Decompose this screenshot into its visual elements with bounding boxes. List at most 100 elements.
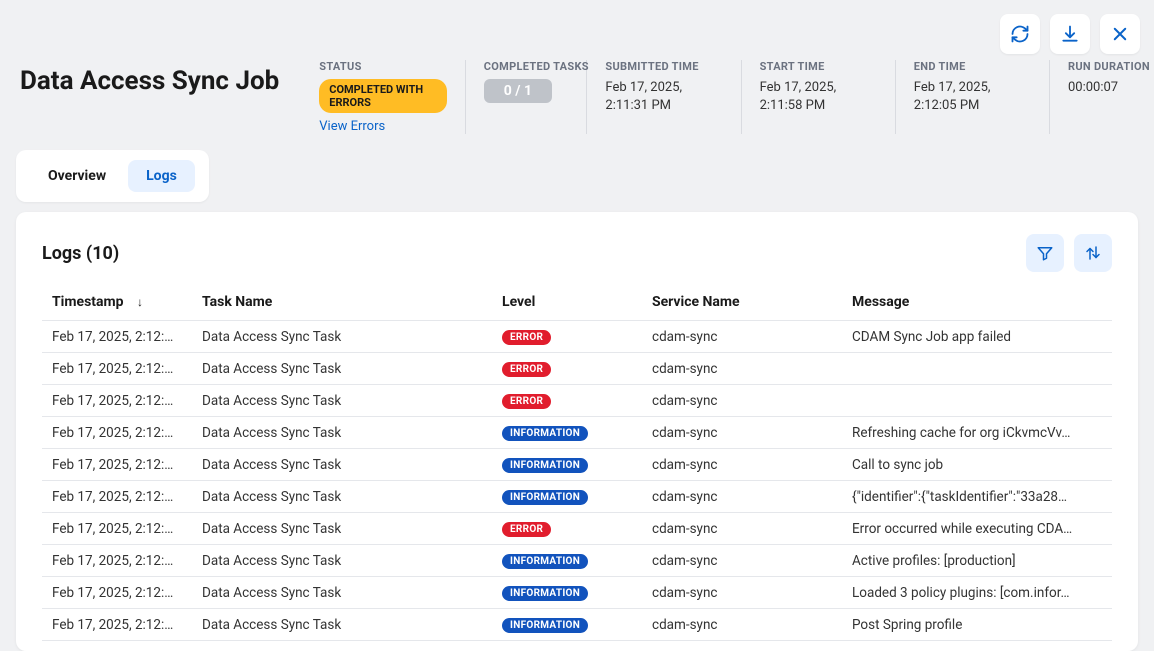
- level-badge: ERROR: [502, 394, 551, 409]
- cell-message: {"identifier":{"taskIdentifier":"33a28…: [842, 481, 1112, 513]
- start-label: START TIME: [760, 60, 877, 73]
- cell-service: cdam-sync: [642, 449, 842, 481]
- cell-service: cdam-sync: [642, 545, 842, 577]
- cell-timestamp: Feb 17, 2025, 2:12:…: [42, 385, 192, 417]
- job-header: Data Access Sync Job STATUS COMPLETED WI…: [0, 54, 1154, 144]
- table-row[interactable]: Feb 17, 2025, 2:12:…Data Access Sync Tas…: [42, 577, 1112, 609]
- table-row[interactable]: Feb 17, 2025, 2:12:…Data Access Sync Tas…: [42, 353, 1112, 385]
- table-row[interactable]: Feb 17, 2025, 2:12:…Data Access Sync Tas…: [42, 449, 1112, 481]
- cell-service: cdam-sync: [642, 609, 842, 641]
- close-icon: [1111, 25, 1129, 43]
- tasks-count: 0 / 1: [484, 79, 552, 103]
- tab-logs[interactable]: Logs: [128, 160, 195, 192]
- table-row[interactable]: Feb 17, 2025, 2:12:…Data Access Sync Tas…: [42, 481, 1112, 513]
- end-label: END TIME: [914, 60, 1031, 73]
- cell-service: cdam-sync: [642, 481, 842, 513]
- cell-timestamp: Feb 17, 2025, 2:12:…: [42, 513, 192, 545]
- cell-timestamp: Feb 17, 2025, 2:12:…: [42, 321, 192, 353]
- filter-button[interactable]: [1026, 234, 1064, 272]
- refresh-button[interactable]: [1000, 14, 1040, 54]
- view-errors-link[interactable]: View Errors: [319, 119, 447, 134]
- tasks-block: COMPLETED TASKS 0 / 1: [466, 60, 588, 134]
- level-badge: ERROR: [502, 362, 551, 377]
- table-row[interactable]: Feb 17, 2025, 2:12:…Data Access Sync Tas…: [42, 385, 1112, 417]
- duration-block: RUN DURATION 00:00:07: [1050, 60, 1134, 134]
- cell-task: Data Access Sync Task: [192, 353, 492, 385]
- cell-level: INFORMATION: [492, 545, 642, 577]
- cell-service: cdam-sync: [642, 385, 842, 417]
- cell-task: Data Access Sync Task: [192, 609, 492, 641]
- cell-timestamp: Feb 17, 2025, 2:12:…: [42, 577, 192, 609]
- cell-task: Data Access Sync Task: [192, 385, 492, 417]
- cell-message: Post Spring profile: [842, 609, 1112, 641]
- end-value: Feb 17, 2025, 2:12:05 PM: [914, 79, 1031, 114]
- col-level[interactable]: Level: [492, 286, 642, 321]
- status-block: STATUS COMPLETED WITH ERRORS View Errors: [319, 60, 466, 134]
- tabs: Overview Logs: [16, 150, 209, 202]
- cell-task: Data Access Sync Task: [192, 417, 492, 449]
- logs-table: Timestamp ↓ Task Name Level Service Name…: [42, 286, 1112, 641]
- cell-level: INFORMATION: [492, 609, 642, 641]
- table-row[interactable]: Feb 17, 2025, 2:12:…Data Access Sync Tas…: [42, 513, 1112, 545]
- cell-message: Refreshing cache for org iCkvmcVv…: [842, 417, 1112, 449]
- filter-icon: [1036, 244, 1054, 262]
- sort-desc-icon: ↓: [137, 295, 143, 309]
- download-button[interactable]: [1050, 14, 1090, 54]
- table-row[interactable]: Feb 17, 2025, 2:12:…Data Access Sync Tas…: [42, 417, 1112, 449]
- cell-task: Data Access Sync Task: [192, 481, 492, 513]
- cell-service: cdam-sync: [642, 353, 842, 385]
- cell-task: Data Access Sync Task: [192, 577, 492, 609]
- cell-message: Call to sync job: [842, 449, 1112, 481]
- cell-message: Error occurred while executing CDA…: [842, 513, 1112, 545]
- cell-level: INFORMATION: [492, 481, 642, 513]
- cell-task: Data Access Sync Task: [192, 545, 492, 577]
- table-row[interactable]: Feb 17, 2025, 2:12:…Data Access Sync Tas…: [42, 609, 1112, 641]
- cell-message: CDAM Sync Job app failed: [842, 321, 1112, 353]
- sort-button[interactable]: [1074, 234, 1112, 272]
- cell-message: [842, 353, 1112, 385]
- status-label: STATUS: [319, 60, 447, 73]
- cell-service: cdam-sync: [642, 577, 842, 609]
- level-badge: INFORMATION: [502, 426, 588, 441]
- close-button[interactable]: [1100, 14, 1140, 54]
- level-badge: INFORMATION: [502, 618, 588, 633]
- col-timestamp[interactable]: Timestamp ↓: [42, 286, 192, 321]
- col-timestamp-label: Timestamp: [52, 294, 124, 310]
- duration-label: RUN DURATION: [1068, 60, 1134, 73]
- submitted-value: Feb 17, 2025, 2:11:31 PM: [605, 79, 722, 114]
- cell-timestamp: Feb 17, 2025, 2:12:…: [42, 481, 192, 513]
- tasks-label: COMPLETED TASKS: [484, 60, 569, 73]
- cell-service: cdam-sync: [642, 513, 842, 545]
- cell-timestamp: Feb 17, 2025, 2:12:…: [42, 449, 192, 481]
- cell-level: ERROR: [492, 353, 642, 385]
- table-row[interactable]: Feb 17, 2025, 2:12:…Data Access Sync Tas…: [42, 321, 1112, 353]
- table-row[interactable]: Feb 17, 2025, 2:12:…Data Access Sync Tas…: [42, 545, 1112, 577]
- cell-level: INFORMATION: [492, 417, 642, 449]
- cell-service: cdam-sync: [642, 417, 842, 449]
- cell-level: ERROR: [492, 513, 642, 545]
- cell-level: INFORMATION: [492, 449, 642, 481]
- level-badge: INFORMATION: [502, 490, 588, 505]
- cell-timestamp: Feb 17, 2025, 2:12:…: [42, 353, 192, 385]
- logs-title: Logs (10): [42, 243, 119, 264]
- cell-level: ERROR: [492, 385, 642, 417]
- level-badge: INFORMATION: [502, 458, 588, 473]
- cell-message: Active profiles: [production]: [842, 545, 1112, 577]
- duration-value: 00:00:07: [1068, 79, 1134, 97]
- col-task[interactable]: Task Name: [192, 286, 492, 321]
- cell-level: ERROR: [492, 321, 642, 353]
- cell-message: [842, 385, 1112, 417]
- end-block: END TIME Feb 17, 2025, 2:12:05 PM: [896, 60, 1050, 134]
- cell-level: INFORMATION: [492, 577, 642, 609]
- submitted-block: SUBMITTED TIME Feb 17, 2025, 2:11:31 PM: [587, 60, 741, 134]
- col-service[interactable]: Service Name: [642, 286, 842, 321]
- col-message[interactable]: Message: [842, 286, 1112, 321]
- cell-timestamp: Feb 17, 2025, 2:12:…: [42, 417, 192, 449]
- status-badge: COMPLETED WITH ERRORS: [319, 79, 447, 113]
- logs-card: Logs (10) Timestamp ↓ Task Name Level Se…: [16, 212, 1138, 651]
- start-value: Feb 17, 2025, 2:11:58 PM: [760, 79, 877, 114]
- download-icon: [1060, 24, 1080, 44]
- cell-task: Data Access Sync Task: [192, 321, 492, 353]
- cell-task: Data Access Sync Task: [192, 513, 492, 545]
- tab-overview[interactable]: Overview: [30, 160, 124, 192]
